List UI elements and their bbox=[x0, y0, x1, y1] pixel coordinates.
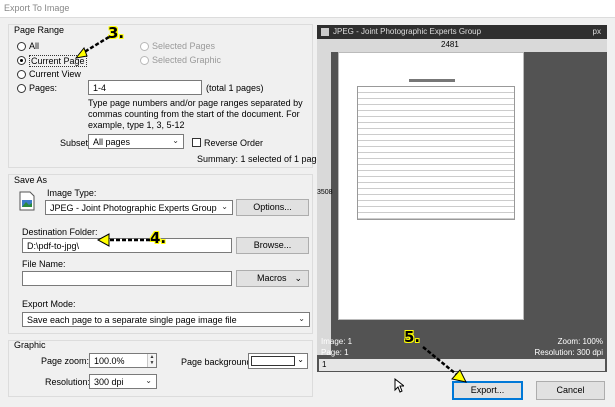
image-type-select[interactable]: JPEG - Joint Photographic Experts Group … bbox=[45, 200, 233, 215]
radio-selected-graphic[interactable] bbox=[140, 56, 149, 65]
window-title: Export To Image bbox=[4, 3, 70, 13]
preview-info-right: Zoom: 100% Resolution: 300 dpi bbox=[535, 336, 604, 358]
browse-button[interactable]: Browse... bbox=[236, 237, 309, 254]
reverse-order-checkbox[interactable] bbox=[192, 138, 201, 147]
preview-info-left: Image: 1 Page: 1 bbox=[321, 336, 352, 358]
preview-image-icon bbox=[321, 28, 329, 36]
chevron-down-icon: ⌄ bbox=[172, 136, 179, 145]
graphic-title: Graphic bbox=[14, 340, 46, 350]
mouse-cursor-icon bbox=[394, 378, 404, 393]
chevron-down-icon: ⌄ bbox=[294, 273, 302, 283]
image-file-icon bbox=[19, 191, 35, 211]
options-button[interactable]: Options... bbox=[236, 199, 309, 216]
preview-header-title: JPEG - Joint Photographic Experts Group bbox=[333, 27, 482, 36]
page-zoom-value: 100.0% bbox=[94, 356, 125, 366]
thumbnail-heading bbox=[409, 79, 455, 82]
annotation-arrow-4-icon bbox=[96, 233, 150, 247]
page-zoom-label: Page zoom: bbox=[41, 356, 90, 366]
radio-current-view[interactable] bbox=[17, 70, 26, 79]
radio-all[interactable] bbox=[17, 42, 26, 51]
macros-button[interactable]: Macros ⌄ bbox=[236, 270, 309, 287]
resolution-info: Resolution: 300 dpi bbox=[534, 348, 604, 357]
radio-all-label[interactable]: All bbox=[29, 41, 39, 51]
page-range-title: Page Range bbox=[14, 25, 65, 35]
page-background-color-button[interactable]: ⌄ bbox=[248, 353, 308, 369]
destination-folder-label: Destination Folder: bbox=[22, 227, 98, 237]
thumbnail-table bbox=[357, 86, 515, 220]
radio-pages[interactable] bbox=[17, 84, 26, 93]
annotation-arrow-5-icon bbox=[422, 346, 467, 383]
image-type-label: Image Type: bbox=[47, 188, 97, 198]
annotation-step-4: 4. bbox=[150, 229, 167, 247]
radio-selected-graphic-label[interactable]: Selected Graphic bbox=[152, 55, 221, 65]
subset-select[interactable]: All pages ⌄ bbox=[88, 134, 184, 149]
chevron-down-icon: ⌄ bbox=[145, 376, 152, 385]
title-bar: Export To Image bbox=[0, 0, 615, 18]
chevron-down-icon: ⌄ bbox=[297, 355, 304, 364]
radio-current-page[interactable] bbox=[17, 56, 26, 65]
vertical-ruler: 3508 bbox=[317, 39, 333, 355]
resolution-label: Resolution: bbox=[45, 377, 91, 387]
ruler-height-value: 3508 bbox=[317, 189, 333, 196]
zoom-info: Zoom: 100% bbox=[557, 337, 603, 346]
ruler-width-value: 2481 bbox=[441, 40, 459, 49]
cancel-button[interactable]: Cancel bbox=[536, 381, 605, 400]
macros-label: Macros bbox=[257, 273, 287, 283]
export-mode-value: Save each page to a separate single page… bbox=[27, 315, 237, 325]
subset-value: All pages bbox=[93, 137, 131, 147]
annotation-step-5: 5. bbox=[404, 328, 421, 346]
page-counter: 1 bbox=[322, 360, 327, 369]
resolution-select[interactable]: 300 dpi ⌄ bbox=[89, 374, 157, 389]
image-info: Image: 1 bbox=[321, 337, 353, 346]
page-info: Page: 1 bbox=[321, 348, 349, 357]
total-pages-note: (total 1 pages) bbox=[206, 83, 264, 93]
annotation-arrow-3-icon bbox=[74, 35, 110, 59]
radio-selected-pages-label[interactable]: Selected Pages bbox=[152, 41, 215, 51]
file-name-input[interactable] bbox=[22, 271, 232, 286]
page-thumbnail bbox=[338, 52, 524, 320]
image-type-value: JPEG - Joint Photographic Experts Group bbox=[50, 203, 217, 213]
zoom-spinner-arrows-icon[interactable]: ▲ ▼ bbox=[147, 354, 156, 367]
radio-selected-pages[interactable] bbox=[140, 42, 149, 51]
radio-current-view-label[interactable]: Current View bbox=[29, 69, 81, 79]
preview-unit: px bbox=[592, 27, 601, 36]
page-zoom-input[interactable]: 100.0% ▲ ▼ bbox=[89, 353, 157, 368]
reverse-order-label[interactable]: Reverse Order bbox=[204, 138, 263, 148]
preview-header: JPEG - Joint Photographic Experts Group … bbox=[317, 25, 607, 39]
subset-label: Subset: bbox=[60, 138, 91, 148]
file-name-label: File Name: bbox=[22, 259, 66, 269]
save-as-group bbox=[8, 174, 313, 334]
export-mode-label: Export Mode: bbox=[22, 299, 76, 309]
pages-input[interactable]: 1-4 bbox=[88, 80, 202, 95]
chevron-down-icon: ⌄ bbox=[298, 314, 305, 323]
page-background-label: Page background: bbox=[181, 357, 255, 367]
chevron-down-icon: ⌄ bbox=[221, 202, 228, 211]
export-mode-select[interactable]: Save each page to a separate single page… bbox=[22, 312, 310, 327]
save-as-title: Save As bbox=[14, 175, 48, 185]
color-swatch bbox=[251, 356, 295, 366]
pages-help-text: Type page numbers and/or page ranges sep… bbox=[88, 98, 303, 130]
resolution-value: 300 dpi bbox=[94, 377, 124, 387]
horizontal-ruler: 2481 bbox=[331, 39, 607, 52]
summary-text: Summary: 1 selected of 1 pages bbox=[197, 154, 327, 164]
radio-pages-label[interactable]: Pages: bbox=[29, 83, 57, 93]
